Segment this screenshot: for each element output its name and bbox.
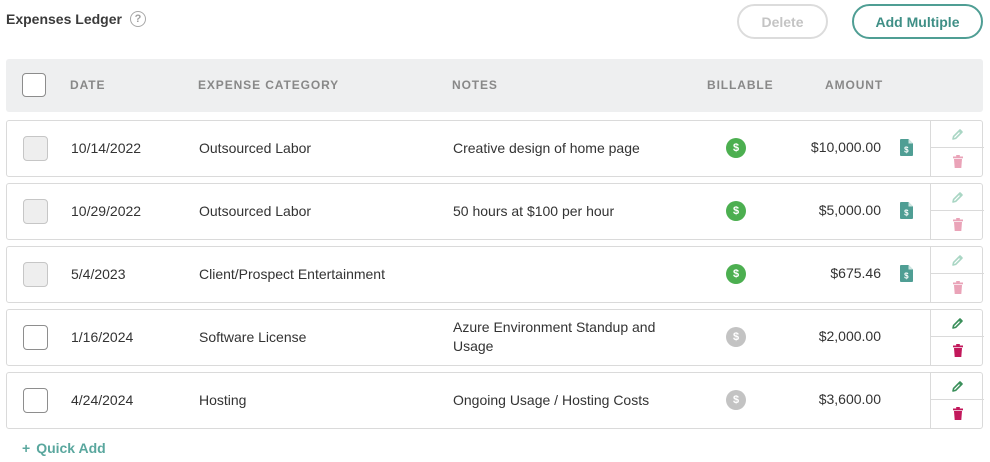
receipt-icon[interactable]: $ <box>900 139 913 156</box>
table-row[interactable]: 1/16/2024 Software License Azure Environ… <box>6 309 984 366</box>
row-date: 5/4/2023 <box>71 266 126 282</box>
trash-icon <box>952 155 963 168</box>
row-notes: 50 hours at $100 per hour <box>453 202 683 221</box>
dollar-circle-icon[interactable]: $ <box>726 138 746 158</box>
row-notes-line: Ongoing Usage / Hosting Costs <box>453 392 650 408</box>
pencil-icon <box>952 317 963 329</box>
edit-button[interactable] <box>931 310 984 337</box>
row-checkbox[interactable] <box>23 388 48 413</box>
row-checkbox[interactable] <box>23 199 48 224</box>
delete-button[interactable]: Delete <box>737 4 828 39</box>
delete-row-button[interactable] <box>931 148 984 175</box>
dollar-circle-icon[interactable]: $ <box>726 201 746 221</box>
row-actions <box>930 373 984 428</box>
row-amount: $2,000.00 <box>818 328 881 344</box>
dollar-circle-icon[interactable]: $ <box>726 327 746 347</box>
select-all-checkbox[interactable] <box>22 73 46 97</box>
row-category: Software License <box>199 329 307 345</box>
page-title: Expenses Ledger <box>6 11 122 27</box>
row-notes: Azure Environment Standup and Usage <box>453 318 683 356</box>
row-actions <box>930 184 984 239</box>
row-date: 4/24/2024 <box>71 392 134 408</box>
delete-row-button[interactable] <box>931 274 984 301</box>
row-date: 10/29/2022 <box>71 203 142 219</box>
plus-icon: + <box>22 440 31 456</box>
row-category: Outsourced Labor <box>199 203 312 219</box>
svg-text:$: $ <box>904 272 909 281</box>
row-amount: $3,600.00 <box>818 391 881 407</box>
row-notes-line: Creative design of home page <box>453 140 640 156</box>
add-multiple-button[interactable]: Add Multiple <box>852 4 983 39</box>
pencil-icon <box>952 191 963 203</box>
trash-icon <box>952 344 963 357</box>
svg-text:$: $ <box>904 209 909 218</box>
trash-icon <box>952 218 963 231</box>
table-header: DATE EXPENSE CATEGORY NOTES BILLABLE AMO… <box>6 59 983 112</box>
quick-add-link[interactable]: + Quick Add <box>22 440 106 456</box>
row-actions <box>930 247 984 302</box>
trash-icon <box>952 407 963 420</box>
header-amount[interactable]: AMOUNT <box>825 78 883 92</box>
row-amount: $675.46 <box>830 265 881 281</box>
row-amount: $5,000.00 <box>818 202 881 218</box>
header-expense-category[interactable]: EXPENSE CATEGORY <box>198 78 339 92</box>
table-row[interactable]: 10/14/2022 Outsourced Labor Creative des… <box>6 120 984 177</box>
row-date: 1/16/2024 <box>71 329 134 345</box>
delete-row-button[interactable] <box>931 337 984 364</box>
row-category: Client/Prospect Entertainment <box>199 266 385 282</box>
help-icon[interactable]: ? <box>129 11 146 27</box>
row-category: Hosting <box>199 392 247 408</box>
row-actions <box>930 310 984 365</box>
edit-button[interactable] <box>931 121 984 148</box>
receipt-icon[interactable]: $ <box>900 202 913 219</box>
title-wrap: Expenses Ledger ? <box>6 11 146 27</box>
receipt-icon[interactable]: $ <box>900 265 913 282</box>
edit-button[interactable] <box>931 373 984 400</box>
edit-button[interactable] <box>931 184 984 211</box>
pencil-icon <box>952 254 963 266</box>
row-date: 10/14/2022 <box>71 140 142 156</box>
row-category: Outsourced Labor <box>199 140 312 156</box>
row-notes-line: 50 hours at $100 per hour <box>453 203 615 219</box>
header-notes[interactable]: NOTES <box>452 78 498 92</box>
svg-text:$: $ <box>904 146 909 155</box>
table-row[interactable]: 5/4/2023 Client/Prospect Entertainment $… <box>6 246 984 303</box>
trash-icon <box>952 281 963 294</box>
row-checkbox[interactable] <box>23 262 48 287</box>
row-checkbox[interactable] <box>23 325 48 350</box>
row-notes-line: Azure Environment Standup and <box>453 319 656 335</box>
pencil-icon <box>952 380 963 392</box>
dollar-circle-icon[interactable]: $ <box>726 264 746 284</box>
table-row[interactable]: 4/24/2024 Hosting Ongoing Usage / Hostin… <box>6 372 984 429</box>
row-notes-line: Usage <box>453 338 494 354</box>
row-checkbox[interactable] <box>23 136 48 161</box>
dollar-circle-icon[interactable]: $ <box>726 390 746 410</box>
pencil-icon <box>952 128 963 140</box>
row-notes: Ongoing Usage / Hosting Costs <box>453 391 683 410</box>
delete-row-button[interactable] <box>931 211 984 238</box>
header-billable[interactable]: BILLABLE <box>707 78 774 92</box>
row-amount: $10,000.00 <box>810 139 881 155</box>
quick-add-label: Quick Add <box>36 440 106 456</box>
row-actions <box>930 121 984 176</box>
delete-row-button[interactable] <box>931 400 984 427</box>
table-row[interactable]: 10/29/2022 Outsourced Labor 50 hours at … <box>6 183 984 240</box>
edit-button[interactable] <box>931 247 984 274</box>
header-date[interactable]: DATE <box>70 78 105 92</box>
row-notes: Creative design of home page <box>453 139 683 158</box>
